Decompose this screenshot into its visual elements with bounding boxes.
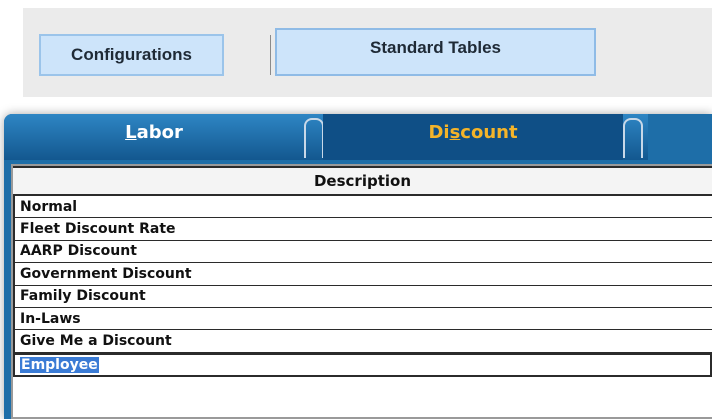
row-text: Normal [20, 198, 78, 215]
table-row[interactable]: Fleet Discount Rate [13, 218, 712, 241]
table-row-selected[interactable]: Employee [13, 352, 712, 377]
tab-strip: Labor Di s count [4, 114, 712, 160]
table-row[interactable]: Give Me a Discount [13, 330, 712, 353]
row-text: Give Me a Discount [20, 333, 172, 350]
tab-separator [623, 118, 643, 158]
tab-separator [304, 118, 324, 158]
row-text: Government Discount [20, 265, 192, 282]
configurations-button[interactable]: Configurations [39, 34, 224, 76]
row-text: In-Laws [20, 310, 81, 327]
row-text: Fleet Discount Rate [20, 221, 176, 238]
row-text: AARP Discount [20, 243, 137, 260]
table-row[interactable]: Family Discount [13, 285, 712, 308]
table-row[interactable]: In-Laws [13, 307, 712, 331]
tab-discount[interactable]: Di s count [323, 114, 623, 160]
table-row[interactable]: AARP Discount [13, 240, 712, 264]
table-row[interactable]: Normal [13, 196, 712, 219]
tab-next-hidden[interactable] [648, 114, 712, 160]
tab-discount-prefix: Di [428, 121, 450, 143]
table-row[interactable]: Government Discount [13, 263, 712, 286]
discount-table: Description Normal Fleet Discount Rate A… [11, 164, 712, 419]
row-text-selected[interactable]: Employee [20, 356, 99, 373]
tab-discount-suffix: count [460, 121, 518, 143]
tab-discount-mnemonic: s [449, 121, 461, 143]
toolbar-divider [270, 35, 271, 75]
tab-labor-mnemonic: L [125, 121, 137, 143]
row-text: Family Discount [20, 288, 146, 305]
top-toolbar: Configurations Standard Tables [23, 8, 712, 97]
standard-tables-window: Labor Di s count Description Normal Fleet … [4, 114, 712, 419]
standard-tables-button[interactable]: Standard Tables [275, 28, 596, 76]
column-header-description[interactable]: Description [13, 166, 712, 196]
tab-labor-suffix: abor [136, 121, 183, 143]
tab-labor[interactable]: Labor [4, 114, 304, 160]
